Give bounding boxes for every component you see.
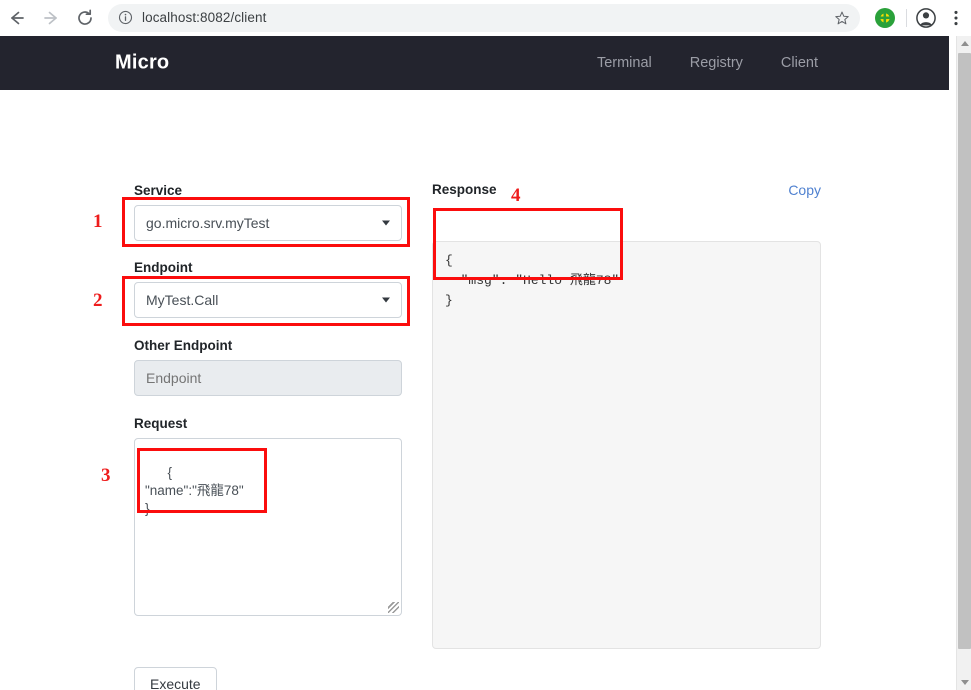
browser-reload-button[interactable] — [68, 1, 102, 35]
resize-handle-icon[interactable] — [388, 602, 399, 613]
profile-avatar[interactable] — [911, 3, 941, 33]
other-endpoint-label: Other Endpoint — [134, 338, 233, 353]
forward-arrow-icon — [44, 11, 57, 24]
response-section: Response Copy — [432, 182, 821, 200]
endpoint-select[interactable]: MyTest.Call — [134, 282, 402, 318]
scrollbar-up-arrow[interactable] — [957, 36, 971, 51]
copy-button[interactable]: Copy — [788, 182, 821, 198]
scrollbar-thumb[interactable] — [958, 53, 971, 649]
toolbar-divider — [906, 8, 907, 27]
browser-forward-button[interactable] — [34, 1, 68, 35]
star-icon[interactable] — [834, 10, 850, 26]
reload-icon — [78, 9, 92, 25]
nav-link-registry[interactable]: Registry — [690, 55, 743, 71]
service-select[interactable]: go.micro.srv.myTest — [134, 205, 402, 241]
app-brand[interactable]: Micro — [115, 52, 169, 75]
response-output: { "msg": "Hello 飛龍78" } — [432, 241, 821, 649]
app-navbar: Micro Terminal Registry Client — [0, 36, 949, 90]
nav-link-client[interactable]: Client — [781, 55, 818, 71]
annotation-number-1: 1 — [93, 211, 103, 232]
execute-button[interactable]: Execute — [134, 667, 217, 690]
chevron-down-icon — [382, 220, 390, 226]
response-header: Response Copy — [432, 182, 821, 200]
page-scrollbar[interactable] — [956, 36, 971, 690]
endpoint-select-value: MyTest.Call — [146, 292, 219, 308]
scrollbar-down-arrow[interactable] — [957, 675, 971, 690]
request-textarea[interactable]: { "name":"飛龍78" } — [134, 438, 402, 616]
request-label: Request — [134, 416, 188, 431]
response-label: Response — [432, 182, 497, 197]
annotation-number-4: 4 — [511, 185, 521, 206]
annotation-number-3: 3 — [101, 465, 111, 486]
service-select-value: go.micro.srv.myTest — [146, 215, 270, 231]
site-info-icon[interactable] — [118, 10, 133, 25]
browser-menu-button[interactable] — [941, 3, 971, 33]
profile-avatar-icon — [916, 7, 936, 28]
address-bar-url[interactable]: localhost:8082/client — [142, 10, 828, 25]
extension-icon[interactable] — [875, 7, 895, 28]
navbar-links: Terminal Registry Client — [597, 55, 818, 71]
address-bar[interactable]: localhost:8082/client — [108, 3, 860, 32]
back-arrow-icon — [11, 11, 24, 24]
annotation-number-2: 2 — [93, 290, 103, 311]
three-dot-menu-icon — [954, 10, 958, 25]
request-textarea-value: { "name":"飛龍78" } — [145, 465, 244, 516]
chevron-down-icon — [382, 297, 390, 303]
service-label: Service — [134, 183, 183, 198]
endpoint-label: Endpoint — [134, 260, 193, 275]
page-viewport: Micro Terminal Registry Client Service g… — [0, 36, 971, 690]
browser-back-button[interactable] — [0, 1, 34, 35]
browser-toolbar: localhost:8082/client — [0, 0, 971, 36]
nav-link-terminal[interactable]: Terminal — [597, 55, 652, 71]
client-form: Service go.micro.srv.myTest Endpoint MyT… — [134, 182, 402, 616]
other-endpoint-input[interactable] — [134, 360, 402, 396]
